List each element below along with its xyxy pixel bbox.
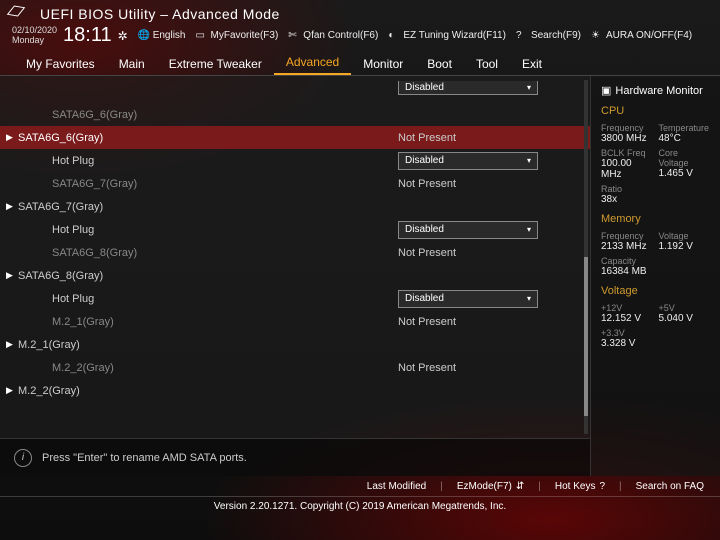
memory-heading: Memory bbox=[601, 213, 710, 225]
main-panel: Disabled▾ SATA6G_6(Gray)▶SATA6G_6(Gray)N… bbox=[0, 76, 590, 476]
core-voltage: 1.465 V bbox=[659, 168, 711, 179]
setting-row[interactable]: Hot PlugDisabled▾ bbox=[0, 287, 590, 310]
rog-logo-icon bbox=[6, 4, 26, 18]
cpu-ratio: 38x bbox=[601, 194, 710, 205]
clock-time: 18:11 bbox=[63, 24, 112, 47]
ez-tuning-button[interactable]: ◐EZ Tuning Wizard(F11) bbox=[388, 30, 506, 42]
side-title: Hardware Monitor bbox=[615, 85, 702, 97]
cpu-heading: CPU bbox=[601, 105, 710, 117]
help-bar: i Press "Enter" to rename AMD SATA ports… bbox=[0, 438, 590, 476]
info-icon: i bbox=[14, 449, 32, 467]
setting-label: SATA6G_7(Gray) bbox=[18, 178, 398, 190]
chevron-down-icon: ▾ bbox=[527, 294, 531, 303]
footer: Last Modified|EzMode(F7) ⇵|Hot Keys ?|Se… bbox=[0, 476, 720, 516]
setting-label: SATA6G_6(Gray) bbox=[18, 109, 398, 121]
setting-label: SATA6G_8(Gray) bbox=[18, 270, 398, 282]
voltage-heading: Voltage bbox=[601, 285, 710, 297]
header: UEFI BIOS Utility – Advanced Mode 02/10/… bbox=[0, 0, 720, 52]
mem-frequency: 2133 MHz bbox=[601, 241, 653, 252]
setting-label: Hot Plug bbox=[18, 155, 398, 167]
myfavorite-button[interactable]: ▭MyFavorite(F3) bbox=[196, 30, 279, 42]
setting-row[interactable]: M.2_1(Gray)Not Present bbox=[0, 310, 590, 333]
chevron-right-icon: ▶ bbox=[6, 132, 13, 143]
setting-value: Not Present bbox=[398, 316, 590, 328]
setting-row[interactable]: SATA6G_8(Gray)Not Present bbox=[0, 241, 590, 264]
cpu-frequency: 3800 MHz bbox=[601, 133, 653, 144]
tab-monitor[interactable]: Monitor bbox=[351, 53, 415, 75]
footer-link-last-modified[interactable]: Last Modified bbox=[367, 481, 426, 492]
setting-label: SATA6G_7(Gray) bbox=[18, 201, 398, 213]
day-text: Monday bbox=[12, 36, 57, 46]
scrollbar[interactable] bbox=[584, 80, 588, 434]
voltage-5v: 5.040 V bbox=[659, 313, 711, 324]
setting-label: M.2_1(Gray) bbox=[18, 316, 398, 328]
switch-icon: ⇵ bbox=[516, 481, 524, 492]
setting-label: M.2_2(Gray) bbox=[18, 362, 398, 374]
gear-icon[interactable]: ✲ bbox=[118, 29, 128, 43]
tab-my-favorites[interactable]: My Favorites bbox=[14, 53, 107, 75]
aura-button[interactable]: ☀AURA ON/OFF(F4) bbox=[591, 30, 692, 42]
mem-capacity: 16384 MB bbox=[601, 266, 710, 277]
voltage-3v3: 3.328 V bbox=[601, 338, 710, 349]
chevron-right-icon: ▶ bbox=[6, 385, 13, 396]
setting-value: Not Present bbox=[398, 247, 590, 259]
setting-value: Not Present bbox=[398, 132, 590, 144]
footer-link-search-on-faq[interactable]: Search on FAQ bbox=[636, 481, 704, 492]
search-button[interactable]: ?Search(F9) bbox=[516, 30, 581, 42]
setting-value: Not Present bbox=[398, 362, 590, 374]
setting-row[interactable]: ▶ SATA6G_6(Gray)Not Present bbox=[0, 126, 590, 149]
chevron-down-icon: ▾ bbox=[527, 225, 531, 234]
language-selector[interactable]: 🌐English bbox=[138, 30, 186, 42]
tab-bar: My FavoritesMainExtreme TweakerAdvancedM… bbox=[0, 52, 720, 76]
help-icon: ? bbox=[599, 481, 605, 492]
chevron-right-icon: ▶ bbox=[6, 201, 13, 212]
footer-link-hot-keys[interactable]: Hot Keys ? bbox=[555, 481, 605, 492]
tab-main[interactable]: Main bbox=[107, 53, 157, 75]
footer-link-ezmode-f7-[interactable]: EzMode(F7) ⇵ bbox=[457, 481, 524, 492]
setting-row[interactable]: ▶ M.2_1(Gray) bbox=[0, 333, 590, 356]
help-text: Press "Enter" to rename AMD SATA ports. bbox=[42, 452, 247, 464]
app-title: UEFI BIOS Utility – Advanced Mode bbox=[40, 6, 708, 22]
setting-label: SATA6G_8(Gray) bbox=[18, 247, 398, 259]
setting-label: M.2_2(Gray) bbox=[18, 385, 398, 397]
setting-label: Hot Plug bbox=[18, 224, 398, 236]
tab-tool[interactable]: Tool bbox=[464, 53, 510, 75]
tab-boot[interactable]: Boot bbox=[415, 53, 464, 75]
qfan-button[interactable]: ✄Qfan Control(F6) bbox=[288, 30, 378, 42]
voltage-12v: 12.152 V bbox=[601, 313, 653, 324]
setting-row[interactable]: Hot PlugDisabled▾ bbox=[0, 218, 590, 241]
settings-list[interactable]: Disabled▾ SATA6G_6(Gray)▶SATA6G_6(Gray)N… bbox=[0, 76, 590, 438]
dropdown[interactable]: Disabled▾ bbox=[398, 152, 538, 170]
partial-dropdown[interactable]: Disabled▾ bbox=[398, 81, 538, 95]
dropdown[interactable]: Disabled▾ bbox=[398, 290, 538, 308]
chevron-right-icon: ▶ bbox=[6, 270, 13, 281]
chevron-down-icon: ▾ bbox=[527, 156, 531, 165]
setting-label: M.2_1(Gray) bbox=[18, 339, 398, 351]
setting-row[interactable]: M.2_2(Gray)Not Present bbox=[0, 356, 590, 379]
mem-voltage: 1.192 V bbox=[659, 241, 711, 252]
setting-row[interactable]: ▶ SATA6G_7(Gray) bbox=[0, 195, 590, 218]
toolbar: 02/10/2020 Monday 18:11 ✲ 🌐English ▭MyFa… bbox=[12, 24, 708, 47]
setting-label: SATA6G_6(Gray) bbox=[18, 132, 398, 144]
hardware-monitor-panel: ▣Hardware Monitor CPU Frequency3800 MHz … bbox=[590, 76, 720, 476]
monitor-icon: ▣ bbox=[601, 84, 611, 97]
tab-extreme-tweaker[interactable]: Extreme Tweaker bbox=[157, 53, 274, 75]
copyright-text: Version 2.20.1271. Copyright (C) 2019 Am… bbox=[214, 501, 506, 512]
setting-row[interactable]: ▶ M.2_2(Gray) bbox=[0, 379, 590, 402]
setting-label: Hot Plug bbox=[18, 293, 398, 305]
setting-row[interactable]: SATA6G_7(Gray)Not Present bbox=[0, 172, 590, 195]
setting-row[interactable]: SATA6G_6(Gray) bbox=[0, 103, 590, 126]
setting-row[interactable]: Hot PlugDisabled▾ bbox=[0, 149, 590, 172]
dropdown[interactable]: Disabled▾ bbox=[398, 221, 538, 239]
tab-advanced[interactable]: Advanced bbox=[274, 51, 351, 75]
chevron-right-icon: ▶ bbox=[6, 339, 13, 350]
cpu-temperature: 48°C bbox=[659, 133, 711, 144]
bclk-freq: 100.00 MHz bbox=[601, 158, 653, 180]
setting-row[interactable]: ▶ SATA6G_8(Gray) bbox=[0, 264, 590, 287]
tab-exit[interactable]: Exit bbox=[510, 53, 554, 75]
setting-value: Not Present bbox=[398, 178, 590, 190]
